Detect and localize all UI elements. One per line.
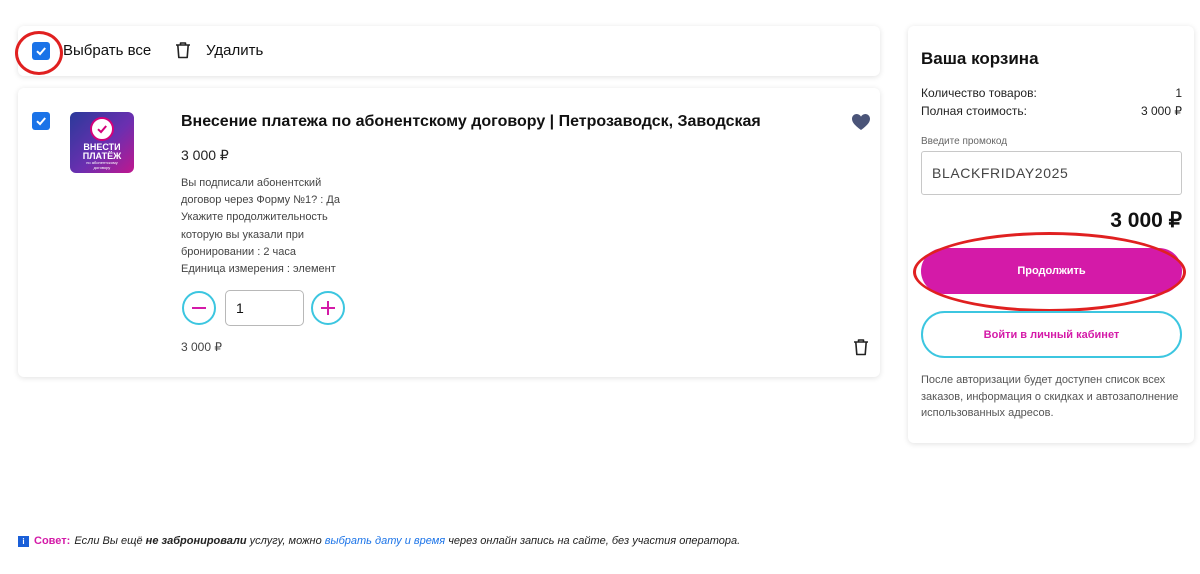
option-line: бронировании : 2 часа — [181, 245, 297, 258]
product-thumbnail[interactable]: ВНЕСТИ ПЛАТЁЖ по абонентскому договору — [70, 112, 134, 173]
tip-banner: i Совет: Если Вы ещё не забронировали ус… — [18, 535, 740, 547]
delete-button[interactable]: Удалить — [206, 42, 263, 59]
trash-icon[interactable] — [173, 40, 193, 60]
item-title[interactable]: Внесение платежа по абонентскому договор… — [181, 113, 761, 131]
quantity-increase-button[interactable] — [311, 291, 345, 325]
tip-text: через онлайн запись на сайте, без участи… — [445, 535, 741, 547]
quantity-input[interactable] — [225, 290, 304, 326]
total-cost-value: 3 000 ₽ — [1141, 104, 1182, 118]
item-price: 3 000 ₽ — [181, 147, 229, 163]
item-count-row: Количество товаров: 1 — [921, 86, 1182, 100]
cart-total: 3 000 ₽ — [1110, 209, 1182, 232]
total-cost-row: Полная стоимость: 3 000 ₽ — [921, 104, 1182, 118]
tip-text: Если Вы ещё — [74, 535, 146, 547]
check-circle-icon — [90, 117, 114, 141]
option-line: Вы подписали абонентский — [181, 177, 322, 189]
cart-item-card — [18, 88, 880, 377]
tip-bold-text: не забронировали — [145, 535, 247, 547]
item-subtotal: 3 000 ₽ — [181, 340, 222, 354]
option-line: Единица измерения : элемент — [181, 263, 336, 276]
annotation-circle — [15, 31, 63, 75]
item-count-value: 1 — [1175, 86, 1182, 100]
tip-text: услугу, можно — [246, 535, 325, 547]
select-all-label[interactable]: Выбрать все — [63, 42, 151, 59]
annotation-oval — [913, 232, 1186, 312]
heart-icon[interactable] — [851, 113, 871, 131]
promo-code-input[interactable] — [921, 151, 1182, 195]
choose-date-time-link[interactable]: выбрать дату и время — [325, 535, 445, 547]
trash-icon[interactable] — [851, 337, 871, 357]
login-button[interactable]: Войти в личный кабинет — [921, 311, 1182, 358]
check-icon — [36, 117, 46, 126]
info-icon: i — [18, 535, 29, 547]
item-options: Вы подписали абонентский договор через Ф… — [181, 175, 371, 278]
promo-code-label: Введите промокод — [921, 136, 1008, 147]
option-line: Укажите продолжительность — [181, 211, 328, 224]
login-note: После авторизации будет доступен список … — [921, 374, 1179, 419]
item-checkbox[interactable] — [32, 112, 50, 130]
total-cost-label: Полная стоимость: — [921, 104, 1027, 118]
option-line: договор через Форму №1? : Да — [181, 194, 340, 207]
tip-label: Совет: — [34, 535, 71, 547]
option-line: которую вы указали при — [181, 228, 304, 241]
cart-summary-title: Ваша корзина — [921, 49, 1039, 68]
quantity-decrease-button[interactable] — [182, 291, 216, 325]
minus-icon — [192, 307, 206, 309]
plus-icon — [321, 301, 335, 315]
item-count-label: Количество товаров: — [921, 86, 1037, 100]
thumbnail-heading: ВНЕСТИ ПЛАТЁЖ — [82, 142, 122, 161]
thumbnail-subheading: по абонентскому договору — [86, 160, 118, 170]
